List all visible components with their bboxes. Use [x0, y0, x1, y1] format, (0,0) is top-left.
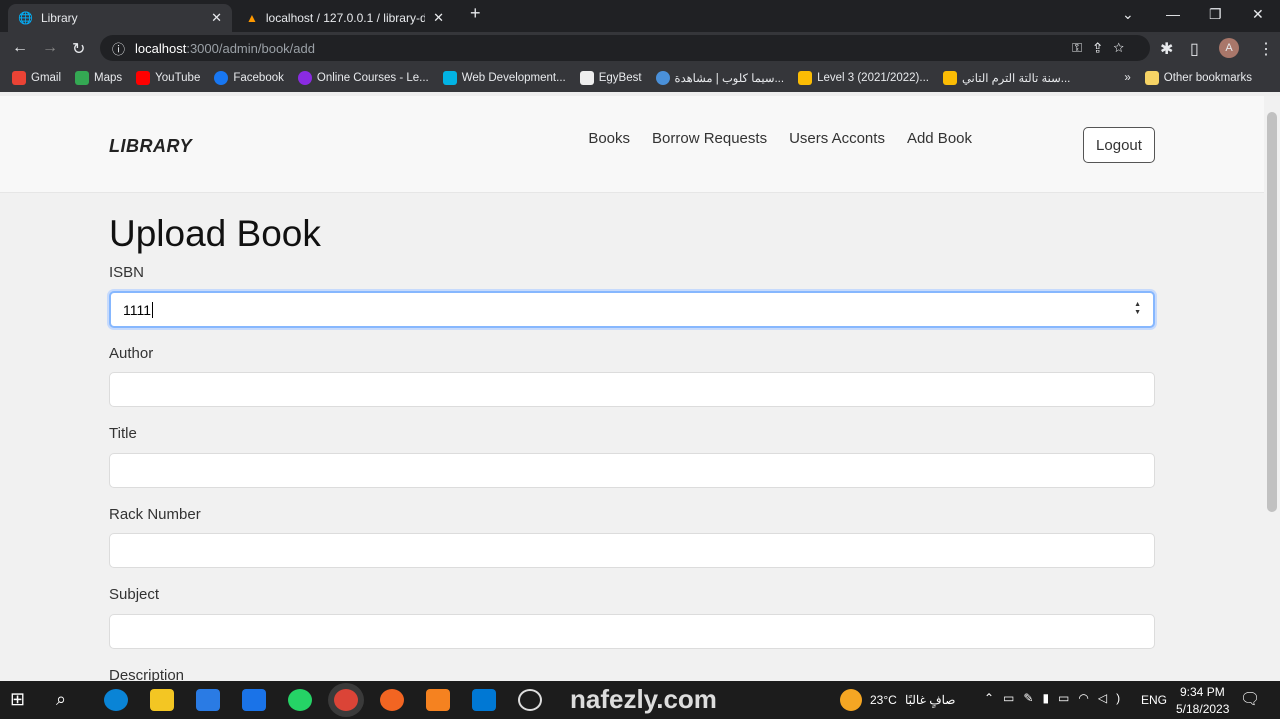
mail-icon[interactable]	[242, 689, 266, 711]
windows-start-icon[interactable]: ⊞	[10, 689, 34, 711]
bookmark-web-development[interactable]: Web Development...	[442, 71, 566, 85]
tab-library[interactable]: 🌐 Library ✕	[8, 4, 232, 32]
back-icon[interactable]: ←	[12, 39, 28, 57]
description-label: Description	[109, 667, 185, 681]
tab-phpmyadmin[interactable]: ▲ localhost / 127.0.0.1 / library-db ✕	[236, 4, 454, 32]
nav-add-book[interactable]: Add Book	[907, 130, 972, 147]
forward-icon[interactable]: →	[42, 39, 58, 57]
globe-icon: 🌐	[18, 11, 33, 25]
more-bookmarks-icon[interactable]: »	[1124, 72, 1130, 84]
clock-date[interactable]: 5/18/2023	[1176, 702, 1229, 716]
close-tab-icon[interactable]: ✕	[211, 10, 222, 26]
rack-number-input[interactable]	[109, 533, 1155, 568]
page-title: Upload Book	[109, 213, 321, 254]
whatsapp-icon[interactable]	[288, 689, 312, 711]
navbar: LIBRARY Books Borrow Requests Users Acco…	[0, 96, 1264, 193]
notifications-icon[interactable]: 🗨	[1240, 689, 1260, 709]
author-label: Author	[109, 345, 154, 362]
nav-users-accounts[interactable]: Users Acconts	[789, 130, 885, 147]
bookmark-online-courses[interactable]: Online Courses - Le...	[297, 71, 429, 85]
postman-icon[interactable]	[380, 689, 404, 711]
subject-input[interactable]	[109, 614, 1155, 649]
address-bar-row: ← → ↻ ⓘ localhost:3000/admin/book/add ⚿⇪☆…	[0, 32, 1280, 64]
edge-icon[interactable]	[104, 689, 128, 711]
share-icon[interactable]: ⇪	[1094, 40, 1113, 55]
profile-avatar[interactable]: A	[1219, 38, 1239, 58]
bookmarks-bar: Gmail Maps YouTube Facebook Online Cours…	[0, 64, 1280, 92]
temperature[interactable]: 23°C	[870, 693, 897, 707]
bookmark-youtube[interactable]: YouTube	[136, 71, 200, 85]
bookmark-maps[interactable]: Maps	[75, 71, 122, 85]
store-icon[interactable]	[196, 689, 220, 711]
author-input[interactable]	[109, 372, 1155, 407]
weather-icon	[840, 689, 862, 711]
tray-icons[interactable]: ⌃▭✎▮▭◠◁)	[984, 691, 1129, 705]
number-spinner[interactable]: ▲ ▼	[1134, 301, 1141, 317]
menu-icon[interactable]: ⋮	[1258, 39, 1274, 59]
bookmark-gmail[interactable]: Gmail	[12, 71, 61, 85]
logout-button[interactable]: Logout	[1083, 127, 1155, 163]
info-icon: ⓘ	[112, 41, 126, 57]
key-icon[interactable]: ⚿	[1072, 40, 1094, 55]
minimize-button[interactable]: —	[1166, 6, 1180, 22]
file-explorer-icon[interactable]	[150, 689, 174, 711]
bookmark-level3-drive[interactable]: Level 3 (2021/2022)...	[798, 71, 929, 85]
chrome-icon[interactable]	[334, 689, 358, 711]
bookmark-cima-club[interactable]: سيما كلوب | مشاهدة...	[655, 71, 784, 86]
weather-text[interactable]: صافٍ غالبًا	[905, 693, 955, 707]
bookmark-facebook[interactable]: Facebook	[214, 71, 284, 85]
bookmark-other[interactable]: Other bookmarks	[1144, 71, 1252, 85]
page-scrollbar[interactable]	[1264, 96, 1280, 681]
subject-label: Subject	[109, 586, 160, 603]
bookmark-egybest[interactable]: EgyBest	[579, 71, 642, 85]
bookmark-drive-term[interactable]: سنة تالتة الترم التاني...	[942, 71, 1070, 86]
obs-icon[interactable]	[518, 689, 542, 711]
close-window-button[interactable]: ✕	[1252, 6, 1264, 23]
page-content: LIBRARY Books Borrow Requests Users Acco…	[0, 96, 1264, 681]
reload-icon[interactable]: ↻	[72, 39, 85, 59]
restore-button[interactable]: ❐	[1209, 6, 1222, 23]
tab-search-icon[interactable]: ⌄	[1122, 6, 1134, 23]
tab-bar: 🌐 Library ✕ ▲ localhost / 127.0.0.1 / libra…	[0, 0, 1280, 32]
extensions-icon[interactable]: ✱	[1160, 39, 1173, 59]
rack-number-label: Rack Number	[109, 506, 201, 523]
side-panel-icon[interactable]: ▯	[1190, 39, 1199, 59]
vscode-icon[interactable]	[472, 689, 496, 711]
phpmyadmin-icon: ▲	[246, 11, 258, 25]
url-input[interactable]: ⓘ localhost:3000/admin/book/add ⚿⇪☆	[100, 35, 1150, 61]
title-input[interactable]	[109, 453, 1155, 488]
nav-borrow-requests[interactable]: Borrow Requests	[652, 130, 767, 147]
watermark: nafezly.com	[570, 684, 717, 714]
isbn-input[interactable]: 1111 ▲ ▼	[109, 291, 1155, 328]
nav-books[interactable]: Books	[588, 130, 630, 147]
title-label: Title	[109, 425, 137, 442]
xampp-icon[interactable]	[426, 689, 450, 711]
language-indicator[interactable]: ENG	[1141, 693, 1167, 707]
star-icon[interactable]: ☆	[1113, 40, 1136, 55]
new-tab-button[interactable]: +	[470, 3, 481, 24]
isbn-label: ISBN	[109, 264, 145, 281]
search-icon[interactable]: ⌕	[56, 689, 80, 711]
clock-time[interactable]: 9:34 PM	[1180, 685, 1225, 699]
close-tab-icon[interactable]: ✕	[433, 10, 444, 26]
brand-logo[interactable]: LIBRARY	[109, 136, 192, 157]
